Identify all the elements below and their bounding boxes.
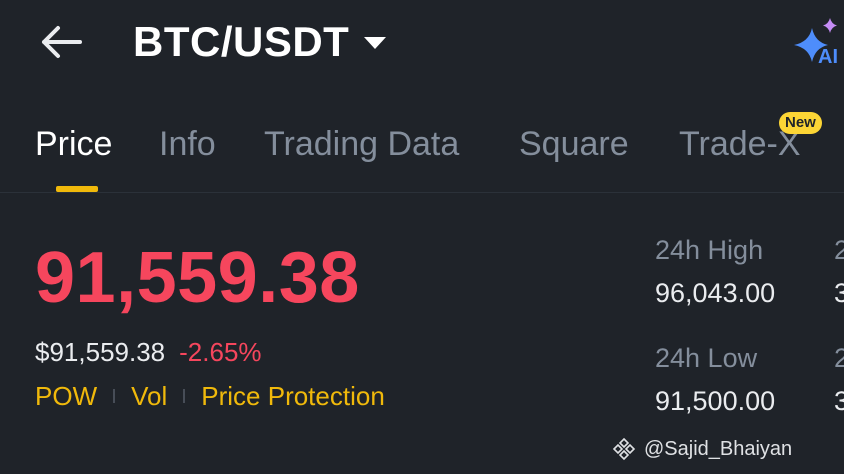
low-24h-label: 24h Low <box>655 343 758 373</box>
binance-diamond-icon <box>612 437 636 461</box>
last-price: 91,559.38 <box>35 238 360 318</box>
caret-down-icon <box>364 37 387 49</box>
ai-assistant-button[interactable]: AI <box>790 16 844 72</box>
market-detail-screen: BTC/USDT AI Price Info Trading Data Squa… <box>0 0 844 474</box>
watermark-handle: @Sajid_Bhaiyan <box>644 438 793 460</box>
tab-square[interactable]: Square <box>519 124 629 164</box>
high-24h-value: 96,043.00 <box>655 278 776 308</box>
high-24h-label: 24h High <box>655 235 764 265</box>
tab-bar: Price Info Trading Data Square Trade-X <box>0 110 844 194</box>
tag-row: POW Vol Price Protection <box>35 380 385 412</box>
tag-separator <box>183 389 186 403</box>
tab-info[interactable]: Info <box>159 124 216 164</box>
second-stat-label-clipped: 2 <box>834 235 844 265</box>
tag-vol[interactable]: Vol <box>131 380 167 412</box>
tag-price-protection[interactable]: Price Protection <box>201 380 385 412</box>
tag-pow[interactable]: POW <box>35 380 97 412</box>
fourth-stat-label-clipped: 2 <box>834 343 844 373</box>
tab-trading-data[interactable]: Trading Data <box>264 124 459 164</box>
pair-selector[interactable]: BTC/USDT <box>133 14 387 70</box>
tab-price[interactable]: Price <box>35 124 112 164</box>
usd-price-row: $91,559.38 -2.65% <box>35 336 262 368</box>
top-bar: BTC/USDT AI <box>0 0 844 88</box>
second-stat-value-clipped: 3 <box>834 278 844 308</box>
fourth-stat-value-clipped: 3 <box>834 386 844 416</box>
watermark: @Sajid_Bhaiyan <box>612 436 792 462</box>
new-badge: New <box>779 112 822 134</box>
change-percent: -2.65% <box>179 337 262 367</box>
arrow-left-icon <box>42 26 82 58</box>
tab-divider <box>0 192 844 193</box>
ai-label: AI <box>818 46 838 68</box>
back-button[interactable] <box>36 22 84 62</box>
tag-separator <box>113 389 116 403</box>
pair-title: BTC/USDT <box>133 18 350 65</box>
usd-price: $91,559.38 <box>35 337 166 367</box>
low-24h-value: 91,500.00 <box>655 386 776 416</box>
